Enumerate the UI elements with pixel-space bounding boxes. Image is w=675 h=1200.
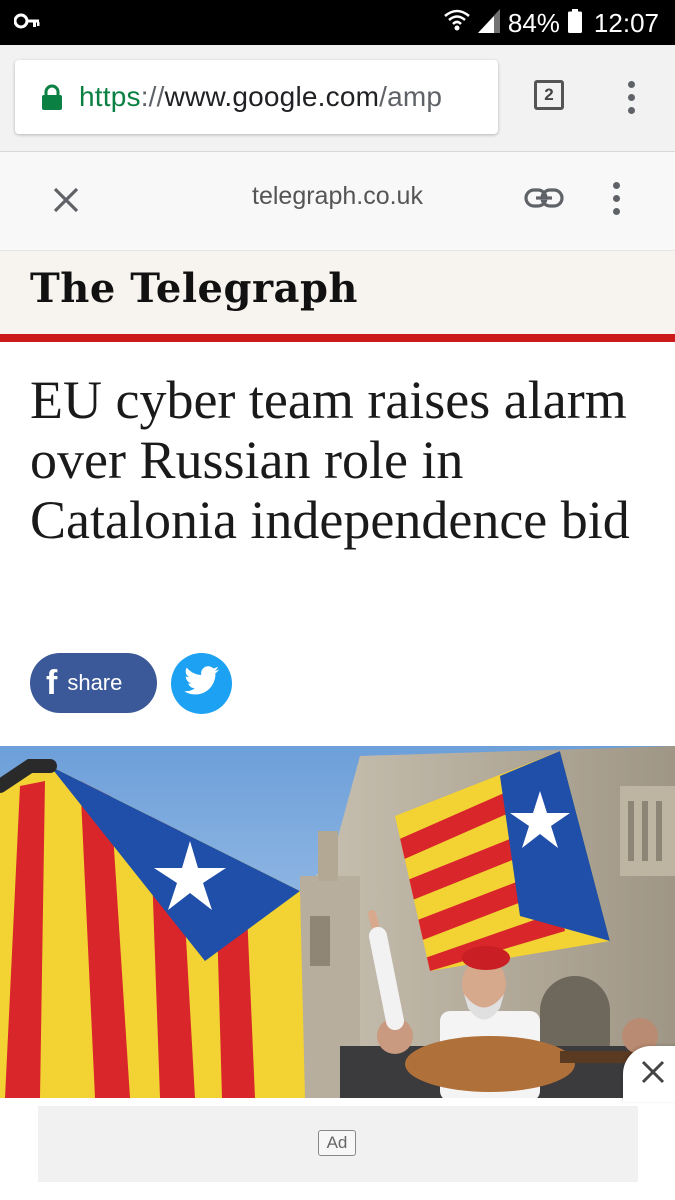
wifi-icon bbox=[444, 9, 470, 38]
twitter-share-button[interactable] bbox=[171, 653, 232, 714]
address-bar[interactable]: https://www.google.com/amp bbox=[15, 60, 498, 134]
url-separator: :// bbox=[140, 81, 165, 112]
signal-icon bbox=[477, 8, 500, 38]
amp-viewer-header: telegraph.co.uk bbox=[0, 152, 675, 251]
link-icon[interactable] bbox=[524, 186, 564, 215]
battery-icon bbox=[567, 8, 582, 38]
url-text[interactable]: https://www.google.com/amp bbox=[79, 81, 442, 113]
url-path: /amp bbox=[379, 81, 443, 112]
status-icons: 84% 12:07 bbox=[444, 6, 659, 40]
article-headline: EU cyber team raises alarm over Russian … bbox=[30, 370, 630, 550]
facebook-share-label: share bbox=[67, 670, 123, 695]
twitter-bird-icon bbox=[183, 666, 220, 701]
facebook-share-button[interactable]: f share bbox=[30, 653, 157, 713]
tab-switcher-button[interactable]: 2 bbox=[534, 80, 564, 110]
browser-menu-icon[interactable] bbox=[628, 81, 635, 114]
clock: 12:07 bbox=[593, 7, 659, 38]
vpn-key-icon bbox=[13, 12, 40, 35]
article-photo bbox=[0, 746, 675, 1098]
browser-toolbar: https://www.google.com/amp 2 bbox=[0, 45, 675, 152]
status-bar: 84% 12:07 bbox=[0, 0, 675, 45]
masthead: The Telegraph bbox=[0, 251, 675, 334]
ad-close-button[interactable] bbox=[623, 1046, 675, 1102]
lock-icon[interactable] bbox=[41, 84, 63, 110]
facebook-icon: f bbox=[46, 664, 58, 702]
close-icon bbox=[640, 1059, 666, 1090]
ad-badge: Ad bbox=[318, 1130, 356, 1156]
masthead-divider bbox=[0, 334, 675, 342]
amp-source-domain: telegraph.co.uk bbox=[252, 182, 423, 210]
url-host: www.google.com bbox=[164, 81, 380, 112]
url-scheme: https bbox=[79, 81, 141, 112]
tab-count: 2 bbox=[544, 85, 554, 104]
amp-menu-icon[interactable] bbox=[613, 182, 620, 215]
telegraph-logo[interactable]: The Telegraph bbox=[30, 265, 358, 312]
battery-percent: 84% bbox=[507, 7, 560, 38]
